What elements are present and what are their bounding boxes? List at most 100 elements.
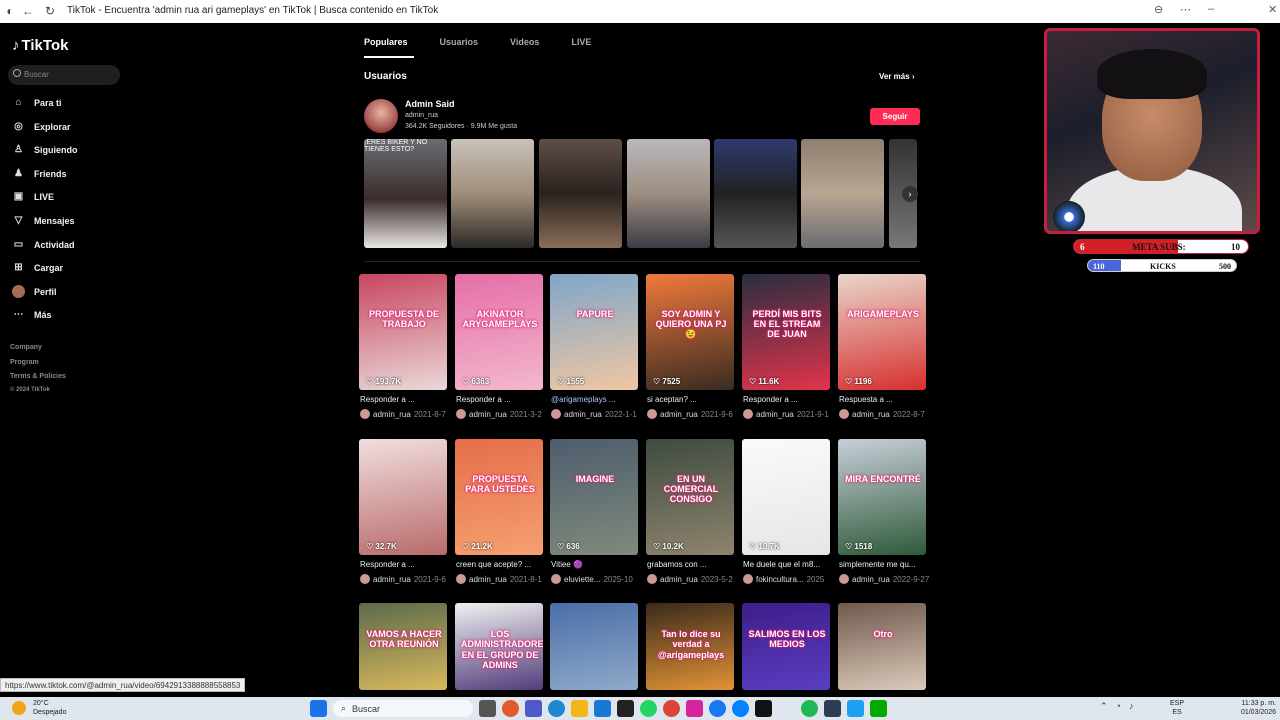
video-author[interactable]: admin_rua 2021-9-6 <box>647 409 739 419</box>
video-card[interactable]: Otro <box>838 603 926 690</box>
user-result[interactable]: Admin Said admin_rua 364.2K Seguidores ·… <box>364 98 920 134</box>
media-icon[interactable] <box>617 700 634 717</box>
twitter-icon[interactable] <box>847 700 864 717</box>
copilot-icon[interactable] <box>502 700 519 717</box>
footer-terms[interactable]: Terms & Policies <box>10 373 66 380</box>
sidebar-item-actividad[interactable]: ▭ Actividad <box>12 238 75 251</box>
video-card[interactable]: PROPUESTA DE TRABAJO ♡ 193.7K <box>359 274 447 390</box>
tab-videos[interactable]: Videos <box>510 37 539 47</box>
video-card[interactable]: SALIMOS EN LOS MEDIOS <box>742 603 830 690</box>
video-card[interactable]: ♡ 10.7K <box>742 439 830 555</box>
video-card[interactable]: AKINATOR ARYGAMEPLAYS ♡ 6363 <box>455 274 543 390</box>
video-card[interactable]: IMAGINE ♡ 636 <box>550 439 638 555</box>
video-author[interactable]: fokincultura... 2025 <box>743 574 835 584</box>
weather-widget[interactable]: 20°C Despejado <box>12 699 66 717</box>
store-icon[interactable] <box>594 700 611 717</box>
sidebar-item-live[interactable]: ▣ LIVE <box>12 190 54 203</box>
video-description[interactable]: grabamos con ... <box>647 560 737 569</box>
video-description[interactable]: Responder a ... <box>743 395 833 404</box>
video-card[interactable]: ARIGAMEPLAYS ♡ 1196 <box>838 274 926 390</box>
tab-populares[interactable]: Populares <box>364 37 408 47</box>
task-view-icon[interactable] <box>479 700 496 717</box>
sidebar-item-para-ti[interactable]: ⌂ Para ti <box>12 96 61 109</box>
teams-icon[interactable] <box>525 700 542 717</box>
user-video-thumb[interactable] <box>801 139 884 248</box>
video-card[interactable] <box>550 603 638 690</box>
video-card[interactable]: SOY ADMIN Y QUIERO UNA PJ 😉 ♡ 7525 <box>646 274 734 390</box>
video-description[interactable]: si aceptan? ... <box>647 395 737 404</box>
video-description[interactable]: Responder a ... <box>360 395 450 404</box>
video-card[interactable]: PROPUESTA PARA USTEDES ♡ 21.2K <box>455 439 543 555</box>
zoom-icon[interactable]: ⊖ <box>1154 3 1163 16</box>
follow-button[interactable]: Seguir <box>870 108 920 125</box>
video-author[interactable]: admin_rua 2021-8-7 <box>360 409 452 419</box>
footer-program[interactable]: Program <box>10 359 39 366</box>
video-description[interactable]: Me duele que el m8... <box>743 560 833 569</box>
video-card[interactable]: LOS ADMINISTRADORES EN EL GRUPO DE ADMIN… <box>455 603 543 690</box>
whatsapp-icon[interactable] <box>640 700 657 717</box>
video-description[interactable]: @arigameplays ... <box>551 395 641 404</box>
close-icon[interactable]: ✕ <box>1268 3 1277 16</box>
tab-live[interactable]: LIVE <box>571 37 591 47</box>
taskbar-search[interactable]: ⌕ Buscar <box>333 700 473 717</box>
video-description[interactable]: creen que acepte? ... <box>456 560 546 569</box>
video-author[interactable]: admin_rua 2022-1-1 <box>551 409 643 419</box>
sidebar-item-friends[interactable]: ♟ Friends <box>12 167 67 180</box>
menu-dots-icon[interactable]: ⋯ <box>1180 3 1191 16</box>
user-video-thumb[interactable]: ¡ERES BIKER Y NO TIENES ESTO? <box>364 139 447 248</box>
obs-icon[interactable] <box>870 700 887 717</box>
video-card[interactable]: MIRA ENCONTRÉ ♡ 1518 <box>838 439 926 555</box>
network-icon[interactable]: ◔ <box>1116 701 1121 712</box>
discord-icon[interactable] <box>824 700 841 717</box>
mic-icon[interactable]: ♪ <box>1129 701 1134 712</box>
video-description[interactable]: Responder a ... <box>456 395 546 404</box>
sidebar-item-explorar[interactable]: ◎ Explorar <box>12 120 70 133</box>
tiktok-icon[interactable] <box>755 700 772 717</box>
sidebar-item-mensajes[interactable]: ▽ Mensajes <box>12 214 75 227</box>
messenger-icon[interactable] <box>732 700 749 717</box>
video-author[interactable]: admin_rua 2023-5-2 <box>647 574 739 584</box>
video-author[interactable]: admin_rua 2022-8-7 <box>839 409 931 419</box>
refresh-icon[interactable]: ↻ <box>42 4 58 18</box>
video-author[interactable]: admin_rua 2021-3-2 <box>456 409 548 419</box>
video-card[interactable]: ♡ 32.7K <box>359 439 447 555</box>
search-input[interactable]: Buscar <box>8 65 120 85</box>
video-description[interactable]: simplemente me qu... <box>839 560 929 569</box>
video-description[interactable]: Responder a ... <box>360 560 450 569</box>
sidebar-item-cargar[interactable]: ⊞ Cargar <box>12 261 63 274</box>
tiktok-logo[interactable]: ♪ TikTok <box>12 37 68 54</box>
video-description[interactable]: Vitiee 🟣 <box>551 560 641 569</box>
video-author[interactable]: admin_rua 2022-9-27 <box>839 574 931 584</box>
back-icon[interactable]: ← <box>20 4 36 18</box>
video-author[interactable]: admin_rua 2021-8-1 <box>456 574 548 584</box>
video-card[interactable]: PAPURE ♡ 1555 <box>550 274 638 390</box>
footer-company[interactable]: Company <box>10 344 42 351</box>
video-card[interactable]: EN UN COMERCIAL CONSIGO ♡ 10.2K <box>646 439 734 555</box>
video-author[interactable]: admin_rua 2021-9-6 <box>360 574 452 584</box>
start-icon[interactable] <box>310 700 327 717</box>
video-author[interactable]: eluviette... 2025-10 <box>551 574 643 584</box>
user-name[interactable]: Admin Said <box>405 99 455 109</box>
chevron-right-icon[interactable]: › <box>902 186 918 202</box>
language-indicator[interactable]: ESP ES <box>1170 699 1184 717</box>
user-video-thumb[interactable] <box>714 139 797 248</box>
video-description[interactable]: Respuesta a ... <box>839 395 929 404</box>
user-video-thumb[interactable] <box>627 139 710 248</box>
file-explorer-icon[interactable] <box>571 700 588 717</box>
instagram-icon[interactable] <box>686 700 703 717</box>
user-video-thumb[interactable] <box>539 139 622 248</box>
sidebar-item-perfil[interactable]: Perfil <box>12 285 57 298</box>
video-card[interactable]: PERDÍ MIS BITS EN EL STREAM DE JUAN ♡ 11.… <box>742 274 830 390</box>
tab-usuarios[interactable]: Usuarios <box>440 37 479 47</box>
see-more-link[interactable]: Ver más › <box>879 72 915 81</box>
sidebar-item-mas[interactable]: ⋯ Más <box>12 308 52 321</box>
chevron-up-icon[interactable]: ⌃ <box>1100 701 1108 712</box>
edge-icon[interactable] <box>548 700 565 717</box>
chrome-icon[interactable] <box>663 700 680 717</box>
video-card[interactable]: VAMOS A HACER OTRA REUNIÓN <box>359 603 447 690</box>
spotify-icon[interactable] <box>801 700 818 717</box>
video-card[interactable]: Tan lo dice su verdad a @arigameplays <box>646 603 734 690</box>
sidebar-item-siguiendo[interactable]: ♙ Siguiendo <box>12 143 77 156</box>
clock[interactable]: 11:33 p. m. 01/03/2026 <box>1234 699 1276 717</box>
avatar[interactable] <box>364 99 398 133</box>
